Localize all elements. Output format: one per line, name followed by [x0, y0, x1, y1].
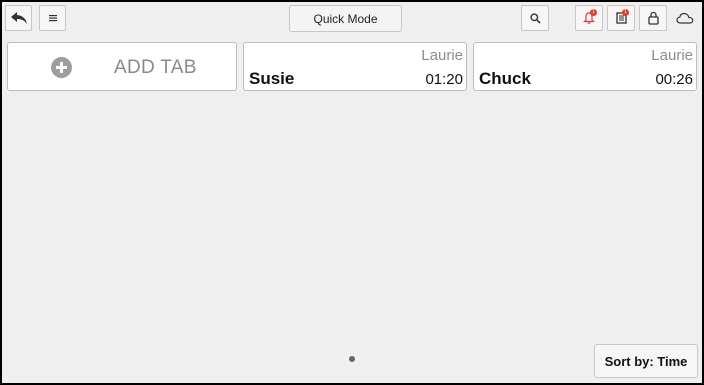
menu-button[interactable] [39, 5, 66, 31]
search-button[interactable] [521, 5, 549, 31]
tab-server: Laurie [651, 47, 693, 64]
cloud-sync-button[interactable] [673, 9, 697, 27]
tab-card[interactable]: Laurie Chuck 00:26 [473, 42, 697, 91]
tab-customer-name: Susie [249, 69, 295, 88]
back-button[interactable] [5, 5, 32, 31]
add-tab-button[interactable]: ADD TAB [7, 42, 237, 91]
hamburger-menu-icon [48, 15, 57, 22]
add-tab-label: ADD TAB [114, 57, 197, 78]
lock-button[interactable] [639, 5, 667, 31]
sort-by-button[interactable]: Sort by: Time [594, 344, 698, 378]
page-indicator-dot[interactable] [349, 356, 355, 362]
tab-server: Laurie [421, 47, 463, 64]
add-circle-icon [51, 57, 72, 78]
notifications-button[interactable]: 1 [575, 5, 603, 31]
back-arrow-icon [10, 12, 27, 24]
search-icon [529, 12, 541, 24]
orders-button[interactable]: 1 [607, 5, 635, 31]
notifications-badge: 1 [590, 9, 597, 16]
lock-icon [647, 11, 659, 25]
quick-mode-button[interactable]: Quick Mode [289, 5, 402, 32]
tab-elapsed-time: 00:26 [655, 71, 693, 88]
tab-card[interactable]: Laurie Susie 01:20 [243, 42, 467, 91]
app-frame: Quick Mode 1 1 ADD TAB Laurie Susie 01:2… [2, 2, 702, 383]
tab-customer-name: Chuck [479, 69, 531, 88]
tab-elapsed-time: 01:20 [425, 71, 463, 88]
cloud-icon [676, 12, 694, 24]
orders-badge: 1 [622, 9, 629, 16]
